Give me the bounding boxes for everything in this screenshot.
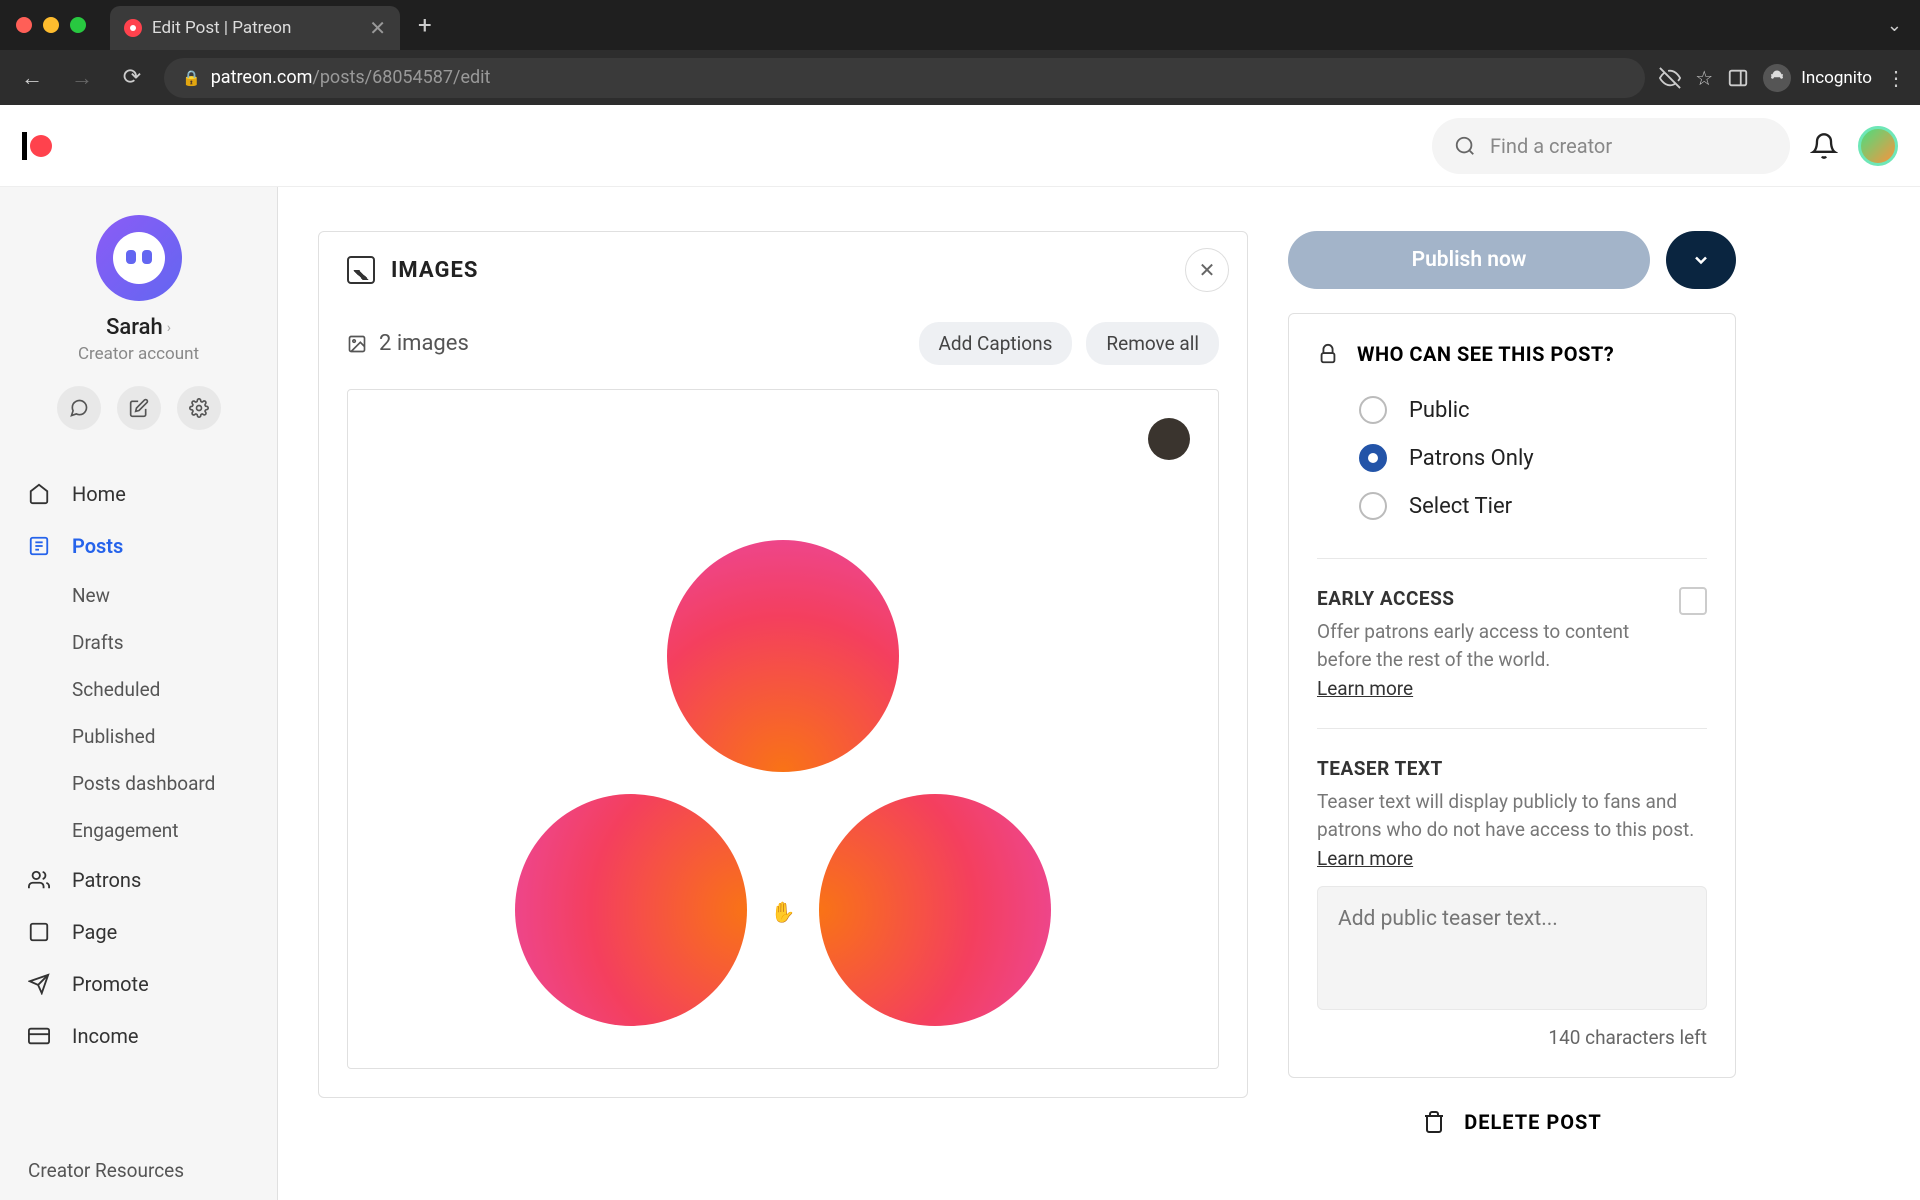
radio-select-tier[interactable]: Select Tier <box>1317 482 1707 530</box>
nav-scheduled[interactable]: Scheduled <box>72 666 277 713</box>
nav-engagement[interactable]: Engagement <box>72 807 277 854</box>
teaser-desc: Teaser text will display publicly to fan… <box>1317 788 1707 843</box>
profile-section: Sarah› Creator account <box>0 215 277 458</box>
tab-title: Edit Post | Patreon <box>152 18 359 38</box>
teaser-input[interactable] <box>1317 886 1707 1010</box>
radio-patrons-only[interactable]: Patrons Only <box>1317 434 1707 482</box>
nav-home[interactable]: Home <box>0 468 277 520</box>
nav-posts[interactable]: Posts <box>0 520 277 572</box>
profile-name[interactable]: Sarah› <box>106 315 171 340</box>
forward-button: → <box>64 60 100 96</box>
user-avatar[interactable] <box>1858 126 1898 166</box>
browser-menu-icon[interactable]: ⋮ <box>1886 66 1906 90</box>
notifications-icon[interactable] <box>1810 132 1838 160</box>
teaser-learn-more[interactable]: Learn more <box>1317 847 1413 870</box>
lock-icon <box>1317 343 1339 365</box>
search-icon <box>1454 135 1476 157</box>
incognito-icon <box>1763 64 1791 92</box>
image-count: 2 images <box>347 331 469 356</box>
nav-income[interactable]: Income <box>0 1010 277 1062</box>
patreon-favicon-icon <box>124 19 142 37</box>
browser-chrome: Edit Post | Patreon ✕ + ⌄ ← → ⟳ 🔒 patreo… <box>0 0 1920 105</box>
nav-promote[interactable]: Promote <box>0 958 277 1010</box>
profile-avatar[interactable] <box>96 215 182 301</box>
eye-off-icon[interactable] <box>1659 67 1681 89</box>
nav-dashboard[interactable]: Posts dashboard <box>72 760 277 807</box>
patrons-icon <box>28 869 54 891</box>
edit-button[interactable] <box>117 386 161 430</box>
early-access-desc: Offer patrons early access to content be… <box>1317 618 1665 673</box>
browser-tab-bar: Edit Post | Patreon ✕ + ⌄ <box>0 0 1920 50</box>
nav-creator-resources[interactable]: Creator Resources <box>0 1141 277 1200</box>
income-icon <box>28 1025 54 1047</box>
early-access-learn-more[interactable]: Learn more <box>1317 677 1413 700</box>
reload-button[interactable]: ⟳ <box>114 60 150 96</box>
visibility-panel: WHO CAN SEE THIS POST? Public Patrons On… <box>1288 313 1736 1078</box>
images-panel: IMAGES ✕ 2 images Add Captions Remove al… <box>318 231 1248 1098</box>
image-circle-3 <box>819 794 1051 1026</box>
nav-page[interactable]: Page <box>0 906 277 958</box>
page-icon <box>28 921 54 943</box>
grab-cursor-icon: ✋ <box>771 900 796 924</box>
promote-icon <box>28 973 54 995</box>
teaser-title: TEASER TEXT <box>1317 757 1707 780</box>
nav-new[interactable]: New <box>72 572 277 619</box>
settings-button[interactable] <box>177 386 221 430</box>
chat-button[interactable] <box>57 386 101 430</box>
image-circle-2 <box>515 794 747 1026</box>
window-controls <box>16 17 86 33</box>
close-panel-button[interactable]: ✕ <box>1185 248 1229 292</box>
window-maximize-icon[interactable] <box>70 17 86 33</box>
search-input[interactable] <box>1490 134 1768 158</box>
tab-close-icon[interactable]: ✕ <box>369 16 386 40</box>
trash-icon <box>1422 1110 1446 1134</box>
publish-now-button[interactable]: Publish now <box>1288 231 1650 289</box>
url-field[interactable]: 🔒 patreon.com/posts/68054587/edit <box>164 58 1645 98</box>
app-header <box>0 105 1920 187</box>
add-captions-button[interactable]: Add Captions <box>919 322 1073 365</box>
radio-public[interactable]: Public <box>1317 386 1707 434</box>
star-icon[interactable]: ☆ <box>1695 66 1713 90</box>
delete-post-button[interactable]: DELETE POST <box>1288 1110 1736 1134</box>
lock-icon: 🔒 <box>182 69 201 87</box>
profile-subtitle: Creator account <box>78 344 199 364</box>
nav-list: Home Posts New Drafts Scheduled Publishe… <box>0 458 277 1141</box>
visibility-title: WHO CAN SEE THIS POST? <box>1357 342 1614 366</box>
image-circle-1 <box>667 540 899 772</box>
home-icon <box>28 483 54 505</box>
patreon-logo[interactable] <box>22 132 52 160</box>
browser-tab[interactable]: Edit Post | Patreon ✕ <box>110 6 400 50</box>
nav-drafts[interactable]: Drafts <box>72 619 277 666</box>
publish-menu-button[interactable] <box>1666 231 1736 289</box>
search-box[interactable] <box>1432 118 1790 174</box>
window-minimize-icon[interactable] <box>43 17 59 33</box>
remove-all-button[interactable]: Remove all <box>1086 322 1219 365</box>
early-access-title: EARLY ACCESS <box>1317 587 1665 610</box>
chevron-right-icon: › <box>167 320 171 336</box>
images-icon <box>347 256 375 284</box>
browser-actions: ☆ Incognito ⋮ <box>1659 64 1906 92</box>
teaser-char-count: 140 characters left <box>1317 1026 1707 1049</box>
incognito-indicator[interactable]: Incognito <box>1763 64 1872 92</box>
back-button[interactable]: ← <box>14 60 50 96</box>
posts-icon <box>28 535 54 557</box>
sidebar: Sarah› Creator account Home Posts New Dr… <box>0 187 278 1200</box>
image-icon <box>347 334 367 354</box>
image-action-icon[interactable] <box>1148 418 1190 460</box>
window-close-icon[interactable] <box>16 17 32 33</box>
nav-published[interactable]: Published <box>72 713 277 760</box>
content-area: IMAGES ✕ 2 images Add Captions Remove al… <box>278 187 1920 1200</box>
address-bar: ← → ⟳ 🔒 patreon.com/posts/68054587/edit … <box>0 50 1920 105</box>
images-panel-title: IMAGES <box>391 258 478 283</box>
url-text: patreon.com/posts/68054587/edit <box>211 67 491 88</box>
new-tab-button[interactable]: + <box>418 11 432 39</box>
panel-icon[interactable] <box>1727 67 1749 89</box>
tabs-menu-icon[interactable]: ⌄ <box>1887 15 1902 36</box>
nav-patrons[interactable]: Patrons <box>0 854 277 906</box>
early-access-checkbox[interactable] <box>1679 587 1707 615</box>
image-preview[interactable]: ✋ <box>347 389 1219 1069</box>
